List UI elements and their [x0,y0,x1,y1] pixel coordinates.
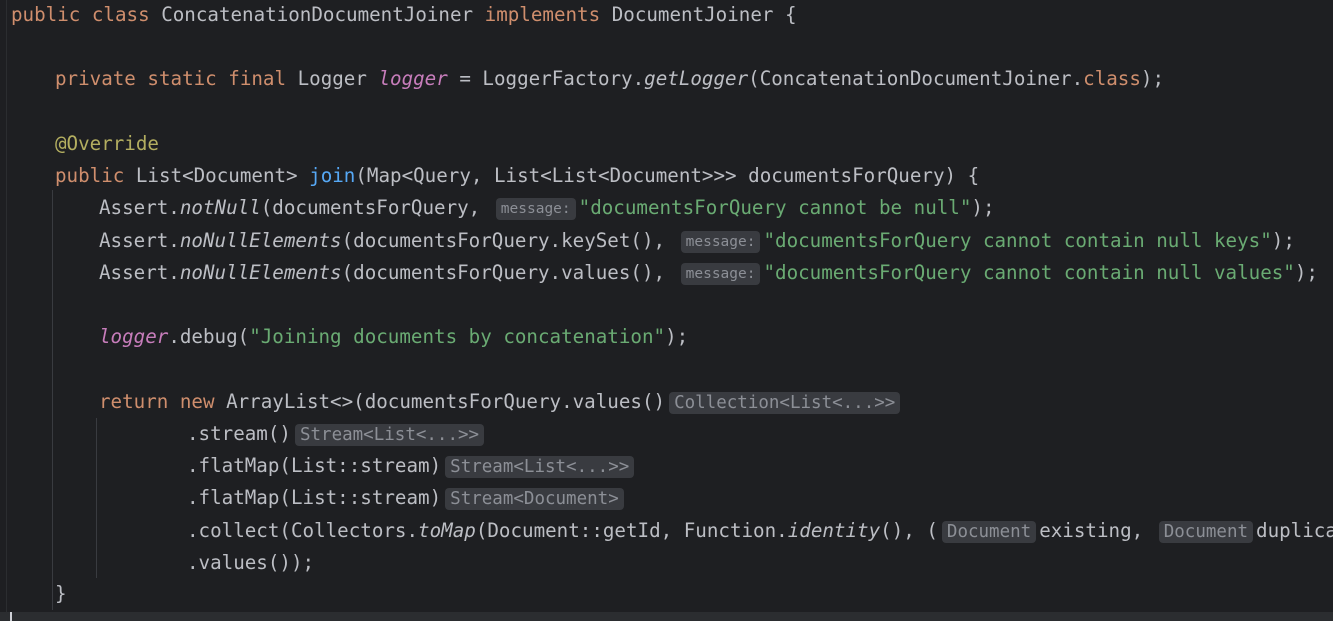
static-method: getLogger [644,67,749,90]
keyword: class [1083,67,1141,90]
class-name: ConcatenationDocumentJoiner [161,3,485,26]
code-text: ); [1294,261,1318,284]
code-text: ); [1271,229,1295,252]
code-line-logger: private static final Logger logger = Log… [55,67,1164,91]
code-text: ); [971,196,995,219]
code-text: .stream() [187,422,291,445]
code-text: .values()); [187,551,315,574]
static-method: noNullElements [179,261,342,284]
static-method: noNullElements [179,229,342,252]
string-literal: "documentsForQuery cannot contain null v… [763,261,1295,284]
keyword: implements [484,3,612,26]
indent-guide [96,418,97,578]
code-text: Assert. [99,196,180,219]
code-text: existing, [1039,519,1155,542]
parameter-hint: message: [680,263,761,285]
code-line-stream: .stream() Stream<List<...>> [187,422,487,446]
code-line-assert-1: Assert.notNull(documentsForQuery, messag… [99,196,995,220]
code-text: .debug( [168,325,250,348]
type-hint: Stream<List<...>> [445,456,635,478]
code-line-method-signature: public List<Document> join(Map<Query, Li… [55,164,979,188]
parameters: (Map<Query, List<List<Document>>> docume… [355,164,980,187]
code-text: ArrayList<>(documentsForQuery.values() [226,390,666,413]
static-method: identity [787,519,881,542]
code-text: (ConcatenationDocumentJoiner. [748,67,1084,90]
code-line-annotation: @Override [55,132,159,156]
code-line-assert-2: Assert.noNullElements(documentsForQuery.… [99,229,1295,253]
parameter-hint: message: [495,198,576,220]
code-line-return: return new ArrayList<>(documentsForQuery… [99,390,903,414]
code-text: (documentsForQuery.keySet(), [341,229,677,252]
code-line-flatmap-2: .flatMap(List::stream) Stream<Document> [187,486,627,510]
keyword: private static final [55,67,298,90]
interface-name: DocumentJoiner { [611,3,797,26]
string-literal: "documentsForQuery cannot contain null k… [763,229,1272,252]
code-text: Assert. [99,261,180,284]
code-text: (documentsForQuery, [260,196,492,219]
static-method: toMap [418,519,476,542]
code-text: (Document::getId, Function. [475,519,788,542]
code-line-1: public class ConcatenationDocumentJoiner… [11,3,797,27]
code-text: (), ( [880,519,938,542]
keyword: public class [11,3,162,26]
text-caret [10,612,12,621]
code-line-assert-3: Assert.noNullElements(documentsForQuery.… [99,261,1318,285]
static-method: notNull [179,196,261,219]
code-line-values: .values()); [187,551,314,575]
code-text: (documentsForQuery.values(), [341,261,677,284]
string-literal: "Joining documents by concatenation" [249,325,666,348]
type-hint: Stream<List<...>> [294,424,485,446]
code-line-flatmap-1: .flatMap(List::stream) Stream<List<...>> [187,454,637,478]
code-text: duplicate) [1256,519,1333,542]
annotation: @Override [55,132,159,155]
type-hint: Document [941,521,1037,543]
type-hint: Collection<List<...>> [669,392,901,414]
code-editor[interactable]: public class ConcatenationDocumentJoiner… [0,0,1333,621]
type-hint: Document [1158,521,1254,543]
next-line-strip [0,612,1333,621]
code-text: ); [665,325,689,348]
indent-guide [52,190,53,610]
field-name: logger [378,67,448,90]
type-hint: Stream<Document> [445,488,624,510]
keyword: public [55,164,136,187]
code-line-logger-debug: logger.debug("Joining documents by conca… [99,325,688,349]
code-text: .collect(Collectors. [187,519,419,542]
type-name: Logger [297,67,379,90]
method-name: join [309,164,356,187]
code-line-collect: .collect(Collectors.toMap(Document::getI… [187,519,1333,543]
code-text: } [55,582,67,605]
code-text: .flatMap(List::stream) [187,454,442,477]
field-name: logger [99,325,169,348]
code-line-closing-brace: } [55,582,67,606]
gutter-edge [6,0,7,621]
code-text: ); [1140,67,1165,90]
parameter-hint: message: [680,231,761,253]
keyword: return new [99,390,227,413]
string-literal: "documentsForQuery cannot be null" [578,196,972,219]
code-text: Assert. [99,229,180,252]
return-type: List<Document> [135,164,310,187]
code-text: .flatMap(List::stream) [187,486,442,509]
code-text: = LoggerFactory. [447,67,645,90]
